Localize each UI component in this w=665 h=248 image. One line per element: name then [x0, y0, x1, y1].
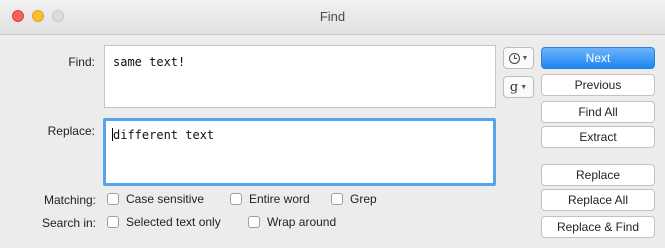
selected-text-only-label: Selected text only: [126, 215, 221, 229]
checkbox-box: [331, 193, 343, 205]
grep-patterns-menu[interactable]: g ▼: [503, 76, 534, 98]
replace-and-find-button[interactable]: Replace & Find: [541, 216, 655, 238]
find-window: Find Find: same text! Replace: different…: [0, 0, 665, 248]
matching-label: Matching:: [43, 193, 96, 207]
title-bar: Find: [0, 0, 665, 35]
search-in-label: Search in:: [41, 216, 96, 230]
replace-all-button[interactable]: Replace All: [541, 189, 655, 211]
entire-word-checkbox[interactable]: Entire word: [230, 192, 310, 206]
selected-text-only-checkbox[interactable]: Selected text only: [107, 215, 221, 229]
next-button[interactable]: Next: [541, 47, 655, 69]
chevron-down-icon: ▼: [520, 83, 528, 91]
find-label: Find:: [68, 55, 95, 69]
replace-label: Replace:: [47, 124, 95, 138]
wrap-around-label: Wrap around: [267, 215, 337, 229]
grep-label: Grep: [350, 192, 377, 206]
extract-button[interactable]: Extract: [541, 126, 655, 148]
grep-pattern-icon: g: [509, 79, 519, 95]
checkbox-box: [107, 216, 119, 228]
chevron-down-icon: ▼: [521, 54, 529, 62]
find-all-button[interactable]: Find All: [541, 101, 655, 123]
checkbox-box: [230, 193, 242, 205]
wrap-around-checkbox[interactable]: Wrap around: [248, 215, 336, 229]
case-sensitive-label: Case sensitive: [126, 192, 205, 206]
replace-field[interactable]: different text: [103, 118, 496, 186]
recent-searches-menu[interactable]: ▼: [503, 47, 534, 69]
checkbox-box: [248, 216, 260, 228]
entire-word-label: Entire word: [249, 192, 310, 206]
grep-checkbox[interactable]: Grep: [331, 192, 377, 206]
clock-icon: [508, 52, 520, 64]
find-field[interactable]: same text!: [104, 45, 496, 108]
previous-button[interactable]: Previous: [541, 74, 655, 96]
replace-button[interactable]: Replace: [541, 164, 655, 186]
window-title: Find: [319, 9, 346, 24]
checkbox-box: [107, 193, 119, 205]
replace-field-text: different text: [113, 128, 215, 142]
find-field-text: same text!: [113, 55, 186, 69]
case-sensitive-checkbox[interactable]: Case sensitive: [107, 192, 204, 206]
